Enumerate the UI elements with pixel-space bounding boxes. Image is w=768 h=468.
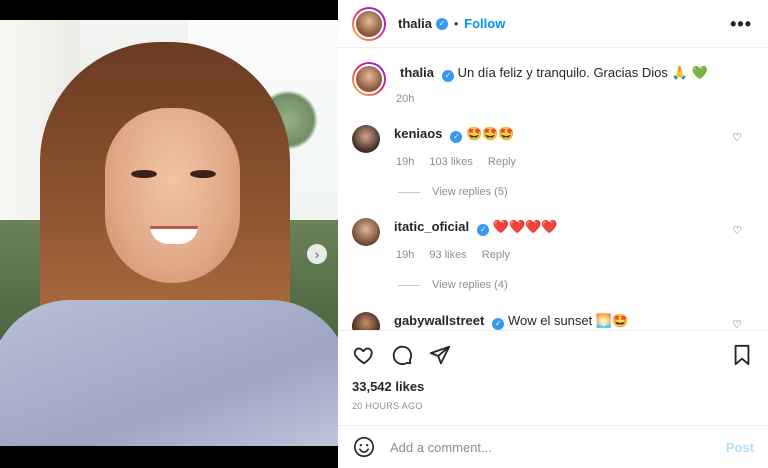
post-side-panel: thalia ✓ • Follow ••• thalia ✓ Un día fel… — [338, 0, 768, 468]
verified-badge-icon: ✓ — [450, 131, 463, 143]
comment-text: Wow el sunset — [507, 313, 593, 328]
likes-count[interactable]: 33,542 likes — [352, 379, 424, 394]
post-actions: 33,542 likes 20 HOURS AGO — [338, 330, 768, 425]
avatar[interactable] — [352, 218, 380, 246]
caption-emoji: 🙏 💚 — [671, 66, 708, 81]
avatar[interactable] — [352, 312, 380, 330]
list-item: keniaos ✓ 🤩🤩🤩 ♡ — [352, 125, 754, 153]
comment-time: 19h — [396, 249, 415, 261]
reply-button[interactable]: Reply — [488, 156, 516, 168]
list-item: gabywallstreet ✓ Wow el sunset 🌅🤩 ♡ — [352, 312, 754, 330]
emoji-icon[interactable] — [352, 435, 376, 459]
comment-likes[interactable]: 93 likes — [429, 249, 466, 261]
verified-badge-icon: ✓ — [492, 318, 505, 330]
heart-icon[interactable]: ♡ — [732, 131, 742, 144]
comment-meta: 19h 93 likes Reply — [396, 249, 522, 261]
heart-icon[interactable]: ♡ — [732, 224, 742, 237]
follow-button[interactable]: Follow — [464, 16, 505, 31]
verified-badge-icon: ✓ — [477, 224, 490, 236]
comment-icon[interactable] — [390, 343, 414, 367]
media-top-bar — [0, 0, 338, 20]
list-item: itatic_oficial ✓ ❤️❤️❤️❤️ ♡ — [352, 218, 754, 246]
comment-input[interactable] — [390, 439, 726, 455]
bookmark-icon[interactable] — [730, 343, 754, 367]
comment-text: 🤩🤩🤩 — [466, 127, 515, 142]
comment-username[interactable]: keniaos — [394, 126, 442, 141]
comment-meta: 19h 103 likes Reply — [396, 156, 528, 168]
caption: thalia ✓ Un día feliz y tranquilo. Gracia… — [352, 62, 754, 96]
heart-icon[interactable]: ♡ — [732, 318, 742, 330]
view-replies-button[interactable]: View replies (5) — [398, 186, 508, 198]
separator: • — [453, 16, 459, 31]
verified-badge-icon: ✓ — [435, 17, 448, 30]
post-media[interactable]: › — [0, 20, 338, 446]
heart-icon[interactable] — [352, 343, 376, 367]
post-timestamp: 20 HOURS AGO — [352, 401, 423, 411]
subject-shirt — [0, 300, 338, 446]
comments-list[interactable]: thalia ✓ Un día feliz y tranquilo. Gracia… — [338, 48, 768, 330]
avatar[interactable] — [352, 62, 386, 96]
comment-text: ❤️❤️❤️❤️ — [492, 220, 558, 235]
subject-smile — [150, 226, 198, 244]
media-bottom-bar — [0, 446, 338, 468]
avatar[interactable] — [352, 6, 386, 41]
view-replies-button[interactable]: View replies (4) — [398, 279, 508, 291]
subject-eye-left — [131, 170, 157, 178]
subject-face — [105, 108, 240, 283]
caption-text: Un día feliz y tranquilo. Gracias Dios — [457, 65, 668, 80]
avatar[interactable] — [352, 125, 380, 153]
caption-username[interactable]: thalia — [400, 65, 434, 80]
subject-eye-right — [190, 170, 216, 178]
reply-button[interactable]: Reply — [482, 249, 510, 261]
comment-username[interactable]: itatic_oficial — [394, 219, 469, 234]
post-button[interactable]: Post — [726, 440, 754, 455]
comment-emoji: 🌅🤩 — [595, 314, 629, 329]
comment-time: 19h — [396, 156, 415, 168]
comment-username[interactable]: gabywallstreet — [394, 313, 484, 328]
post-username[interactable]: thalia — [398, 16, 432, 31]
comment-composer: Post — [338, 425, 768, 468]
more-icon[interactable]: ••• — [730, 14, 752, 35]
caption-time: 20h — [396, 93, 415, 105]
share-icon[interactable] — [428, 343, 452, 367]
verified-badge-icon: ✓ — [441, 70, 454, 82]
chevron-right-icon[interactable]: › — [307, 244, 327, 264]
comment-likes[interactable]: 103 likes — [429, 156, 472, 168]
post-header: thalia ✓ • Follow ••• — [338, 0, 768, 48]
